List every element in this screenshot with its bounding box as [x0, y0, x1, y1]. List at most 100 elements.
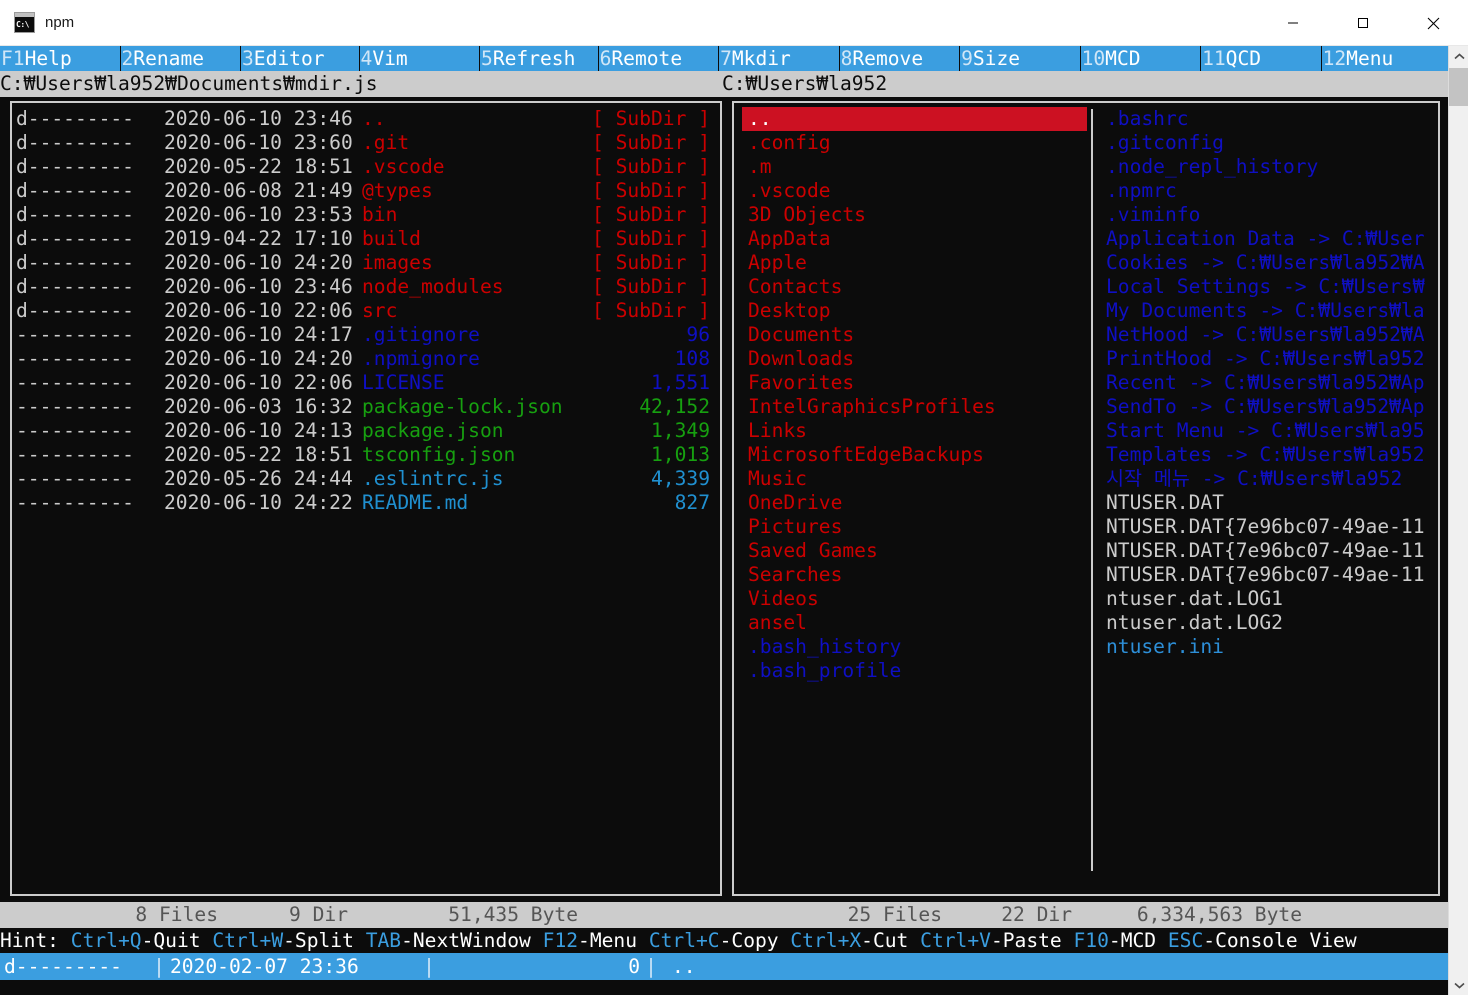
list-item[interactable]: NTUSER.DAT [1100, 491, 1436, 515]
scrollbar-thumb[interactable] [1449, 68, 1468, 106]
table-row[interactable]: d--------- 2020-06-10 23:46.. [ SubDir ] [12, 107, 720, 131]
fkey-remote[interactable]: 6Remote [599, 46, 720, 71]
close-button[interactable] [1398, 0, 1468, 46]
table-row[interactable]: ---------- 2020-06-10 22:06 LICENSE 1,551 [12, 371, 720, 395]
scroll-up-icon[interactable] [1449, 46, 1468, 66]
table-row[interactable]: ---------- 2020-05-22 18:51 tsconfig.json 1… [12, 443, 720, 467]
table-row[interactable]: ---------- 2020-06-03 16:32 package-lock.j… [12, 395, 720, 419]
hint-label: -Copy [719, 929, 791, 952]
fkey-editor[interactable]: 3Editor [241, 46, 360, 71]
list-item[interactable]: Music [742, 467, 1087, 491]
path-left[interactable]: C:₩Users₩la952₩Documents₩mdir.js [0, 71, 722, 97]
list-item[interactable]: Start Menu -> C:₩Users₩la95 [1100, 419, 1436, 443]
list-item[interactable]: Favorites [742, 371, 1087, 395]
list-item[interactable]: Downloads [742, 347, 1087, 371]
list-item[interactable]: ntuser.dat.LOG2 [1100, 611, 1436, 635]
list-item[interactable]: Templates -> C:₩Users₩la952 [1100, 443, 1436, 467]
list-item[interactable]: NTUSER.DAT{7e96bc07-49ae-11 [1100, 563, 1436, 587]
row-size: [ SubDir ] [592, 203, 710, 226]
left-file-panel[interactable]: d--------- 2020-06-10 23:46..[ SubDir ] d-… [10, 101, 722, 896]
table-row[interactable]: d--------- 2020-06-08 21:49 @types [ SubDir… [12, 179, 720, 203]
path-right[interactable]: C:₩Users₩la952 [722, 71, 1448, 97]
list-item[interactable]: NTUSER.DAT{7e96bc07-49ae-11 [1100, 515, 1436, 539]
fkey-remove[interactable]: 8Remove [840, 46, 961, 71]
fkey-vim[interactable]: 4Vim [360, 46, 481, 71]
table-row[interactable]: d--------- 2020-06-10 23:60 .git [ SubDir ] [12, 131, 720, 155]
table-row[interactable]: ---------- 2020-05-26 24:44 .eslintrc.js 4,… [12, 467, 720, 491]
list-item[interactable]: My Documents -> C:₩Users₩la [1100, 299, 1436, 323]
fkey-qcd[interactable]: 11QCD [1201, 46, 1322, 71]
row-date: 2020-06-10 24:20 [164, 347, 353, 370]
list-item[interactable]: AppData [742, 227, 1087, 251]
list-item[interactable]: Apple [742, 251, 1087, 275]
list-item[interactable]: .bashrc [1100, 107, 1436, 131]
table-row[interactable]: ---------- 2020-06-10 24:20 .npmignore 108 [12, 347, 720, 371]
list-item[interactable]: Recent -> C:₩Users₩la952₩Ap [1100, 371, 1436, 395]
list-item[interactable]: Local Settings -> C:₩Users₩ [1100, 275, 1436, 299]
fkey-size[interactable]: 9Size [960, 46, 1081, 71]
fkey-rename[interactable]: 2Rename [121, 46, 241, 71]
table-row[interactable]: d--------- 2020-06-10 24:20 images [ SubDir… [12, 251, 720, 275]
list-item[interactable]: PrintHood -> C:₩Users₩la952 [1100, 347, 1436, 371]
row-attributes: d--------- [16, 203, 134, 226]
table-row[interactable]: d--------- 2020-06-10 23:46 node_modules [ … [12, 275, 720, 299]
list-item[interactable]: ntuser.dat.LOG1 [1100, 587, 1436, 611]
list-item[interactable]: Pictures [742, 515, 1087, 539]
list-item[interactable]: Links [742, 419, 1087, 443]
table-row[interactable]: d--------- 2020-05-22 18:51 .vscode [ SubDi… [12, 155, 720, 179]
table-row[interactable]: ---------- 2020-06-10 24:22 README.md 827 [12, 491, 720, 515]
table-row[interactable]: d--------- 2019-04-22 17:10 build [ SubDir … [12, 227, 720, 251]
list-item[interactable]: Documents [742, 323, 1087, 347]
list-item[interactable]: .bash_history [742, 635, 1087, 659]
list-item[interactable]: NTUSER.DAT{7e96bc07-49ae-11 [1100, 539, 1436, 563]
scroll-down-icon[interactable] [1449, 975, 1468, 995]
list-item[interactable]: .m [742, 155, 1087, 179]
list-item[interactable]: IntelGraphicsProfiles [742, 395, 1087, 419]
list-item[interactable]: Videos [742, 587, 1087, 611]
fkey-mkdir[interactable]: 7Mkdir [719, 46, 840, 71]
list-item[interactable]: .. [742, 107, 1087, 131]
list-item[interactable]: Desktop [742, 299, 1087, 323]
fkey-mcd[interactable]: 10MCD [1081, 46, 1202, 71]
table-row[interactable]: ---------- 2020-06-10 24:13 package.json 1,… [12, 419, 720, 443]
right-file-panel[interactable]: .. .config .m .vscode 3D Objects AppData Apple… [732, 101, 1440, 896]
list-item[interactable]: Cookies -> C:₩Users₩la952₩A [1100, 251, 1436, 275]
fkey-menu[interactable]: 12Menu [1322, 46, 1448, 71]
list-item[interactable]: 시작 메뉴 -> C:₩Users₩la952 [1100, 467, 1436, 491]
list-item[interactable]: .viminfo [1100, 203, 1436, 227]
list-item[interactable]: .node_repl_history [1100, 155, 1436, 179]
list-item[interactable]: .bash_profile [742, 659, 1087, 683]
fkey-refresh[interactable]: 5Refresh [480, 46, 599, 71]
fkey-help[interactable]: F1Help [0, 46, 121, 71]
row-filename: .vscode [362, 155, 445, 178]
status-left-dirs: 9 Dir [289, 903, 348, 926]
list-item[interactable]: .vscode [742, 179, 1087, 203]
list-item[interactable]: .config [742, 131, 1087, 155]
list-item[interactable]: SendTo -> C:₩Users₩la952₩Ap [1100, 395, 1436, 419]
list-item[interactable]: MicrosoftEdgeBackups [742, 443, 1087, 467]
list-item[interactable]: Searches [742, 563, 1087, 587]
minimize-button[interactable] [1258, 0, 1328, 46]
list-item[interactable]: Saved Games [742, 539, 1087, 563]
list-item[interactable]: Application Data -> C:₩User [1100, 227, 1436, 251]
list-item[interactable]: NetHood -> C:₩Users₩la952₩A [1100, 323, 1436, 347]
hint-key: F10 [1073, 929, 1109, 952]
list-item[interactable]: .npmrc [1100, 179, 1436, 203]
list-item[interactable]: 3D Objects [742, 203, 1087, 227]
fkey-label: Menu [1346, 47, 1394, 70]
maximize-button[interactable] [1328, 0, 1398, 46]
list-item[interactable]: OneDrive [742, 491, 1087, 515]
selected-date: 2020-02-07 23:36 [170, 955, 359, 978]
row-attributes: ---------- [16, 419, 134, 442]
list-item[interactable]: ntuser.ini [1100, 635, 1436, 659]
status-right-files: 25 Files [847, 903, 942, 926]
list-item[interactable]: ansel [742, 611, 1087, 635]
table-row[interactable]: ---------- 2020-06-10 24:17 .gitignore 96 [12, 323, 720, 347]
table-row[interactable]: d--------- 2020-06-10 22:06 src [ SubDir ] [12, 299, 720, 323]
window-titlebar[interactable]: C:\ npm [0, 0, 1468, 46]
list-item[interactable]: Contacts [742, 275, 1087, 299]
window-scrollbar[interactable] [1448, 46, 1468, 995]
fkey-number: 7 [720, 47, 732, 70]
list-item[interactable]: .gitconfig [1100, 131, 1436, 155]
table-row[interactable]: d--------- 2020-06-10 23:53 bin [ SubDir ] [12, 203, 720, 227]
